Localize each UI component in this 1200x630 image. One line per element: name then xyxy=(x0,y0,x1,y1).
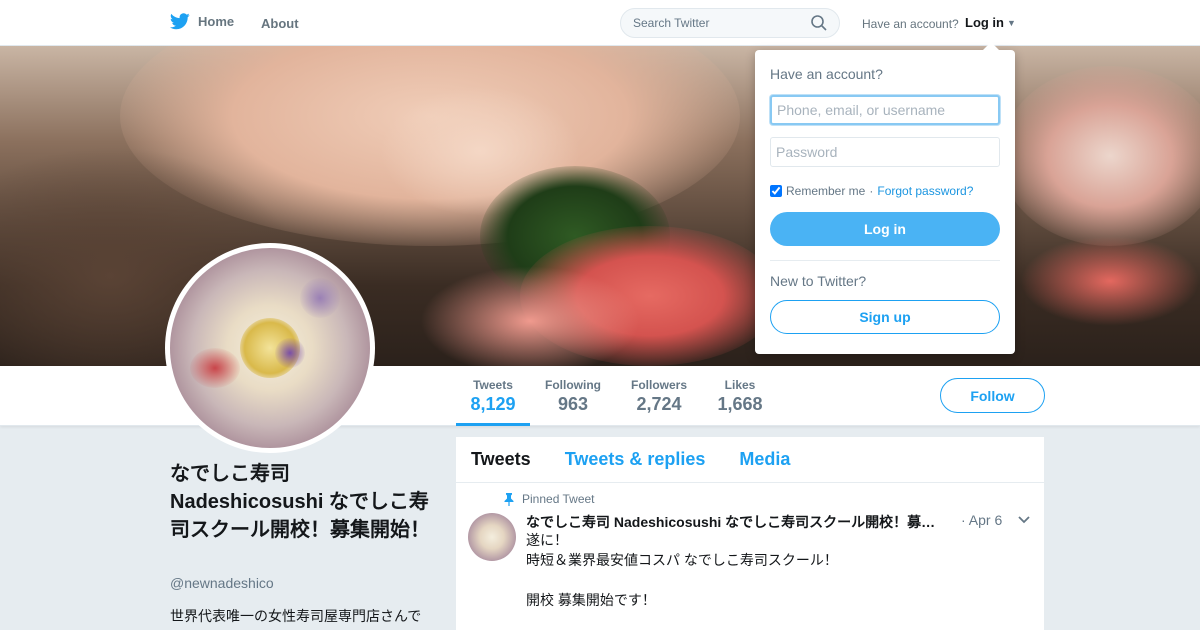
stat-followers[interactable]: Followers 2,724 xyxy=(626,378,692,415)
stat-likes[interactable]: Likes 1,668 xyxy=(713,378,767,415)
nav-about-link[interactable]: About xyxy=(261,16,299,31)
pinned-label: Pinned Tweet xyxy=(522,492,595,506)
forgot-password-link[interactable]: Forgot password? xyxy=(877,184,973,198)
tweet-author-avatar[interactable] xyxy=(468,513,516,561)
stat-following-label: Following xyxy=(545,378,601,392)
have-account-text: Have an account? xyxy=(862,17,959,31)
tab-media[interactable]: Media xyxy=(739,449,790,470)
tab-tweets-and-replies[interactable]: Tweets & replies xyxy=(565,449,706,470)
tweet-author-name[interactable]: なでしこ寿司 Nadeshicosushi なでしこ寿司スクール開校！募… xyxy=(526,512,946,532)
stat-tweets-label: Tweets xyxy=(473,378,513,392)
login-menu-label: Log in xyxy=(965,15,1004,30)
tweet-text: 遂に！ 時短＆業界最安値コスパ なでしこ寿司スクール！ 開校 募集開始です！ xyxy=(526,532,838,608)
separator-dot: · xyxy=(869,184,874,198)
nav-home-link[interactable]: Home xyxy=(170,13,234,30)
caret-down-icon: ▼ xyxy=(1007,17,1016,28)
timeline: Tweets Tweets & replies Media Pinned Twe… xyxy=(456,437,1044,630)
stat-followers-label: Followers xyxy=(630,378,687,392)
stat-following[interactable]: Following 963 xyxy=(540,378,606,415)
signup-button[interactable]: Sign up xyxy=(770,300,1000,334)
dropdown-divider xyxy=(770,260,1000,261)
stat-tweets-value: 8,129 xyxy=(470,394,516,414)
follow-button[interactable]: Follow xyxy=(940,378,1045,413)
stat-likes-value: 1,668 xyxy=(717,394,763,414)
search-input[interactable]: Search Twitter xyxy=(620,8,840,38)
profile-avatar[interactable] xyxy=(165,243,375,453)
search-placeholder: Search Twitter xyxy=(633,16,710,30)
new-to-twitter-text: New to Twitter? xyxy=(770,273,867,289)
profile-handle[interactable]: @newnadeshico xyxy=(170,575,274,591)
pinned-tweet-indicator: Pinned Tweet xyxy=(504,492,595,506)
twitter-bird-icon xyxy=(170,13,190,30)
username-field[interactable] xyxy=(770,95,1000,125)
avatar-image xyxy=(170,248,370,448)
stat-tweets[interactable]: Tweets 8,129 xyxy=(456,378,530,426)
top-navigation-bar: Home About Search Twitter Have an accoun… xyxy=(0,0,1200,46)
stat-likes-label: Likes xyxy=(724,378,756,392)
remember-me-checkbox[interactable] xyxy=(770,185,782,197)
remember-me-row: Remember me · Forgot password? xyxy=(770,184,973,198)
profile-display-name: なでしこ寿司 Nadeshicosushi なでしこ寿司スクール開校！募集開始！ xyxy=(170,463,430,541)
chevron-down-icon[interactable] xyxy=(1017,512,1031,530)
tab-tweets[interactable]: Tweets xyxy=(471,449,531,470)
nav-home-label: Home xyxy=(198,14,235,29)
stat-following-value: 963 xyxy=(557,394,589,414)
login-dropdown: Have an account? Remember me · Forgot pa… xyxy=(755,42,1015,354)
tweet-date[interactable]: · Apr 6 xyxy=(961,512,1002,528)
dropdown-caret xyxy=(983,42,999,50)
search-icon[interactable] xyxy=(811,15,827,31)
pin-icon xyxy=(504,492,514,506)
password-field[interactable] xyxy=(770,137,1000,167)
profile-bio: 世界代表唯一の女性寿司屋専門店さんで xyxy=(170,608,422,624)
login-menu-toggle[interactable]: Log in ▼ xyxy=(965,15,1016,30)
remember-me-label[interactable]: Remember me xyxy=(786,184,865,198)
stat-followers-value: 2,724 xyxy=(636,394,682,414)
dropdown-heading: Have an account? xyxy=(770,66,883,82)
timeline-tabs: Tweets Tweets & replies Media xyxy=(456,437,1044,483)
login-button[interactable]: Log in xyxy=(770,212,1000,246)
